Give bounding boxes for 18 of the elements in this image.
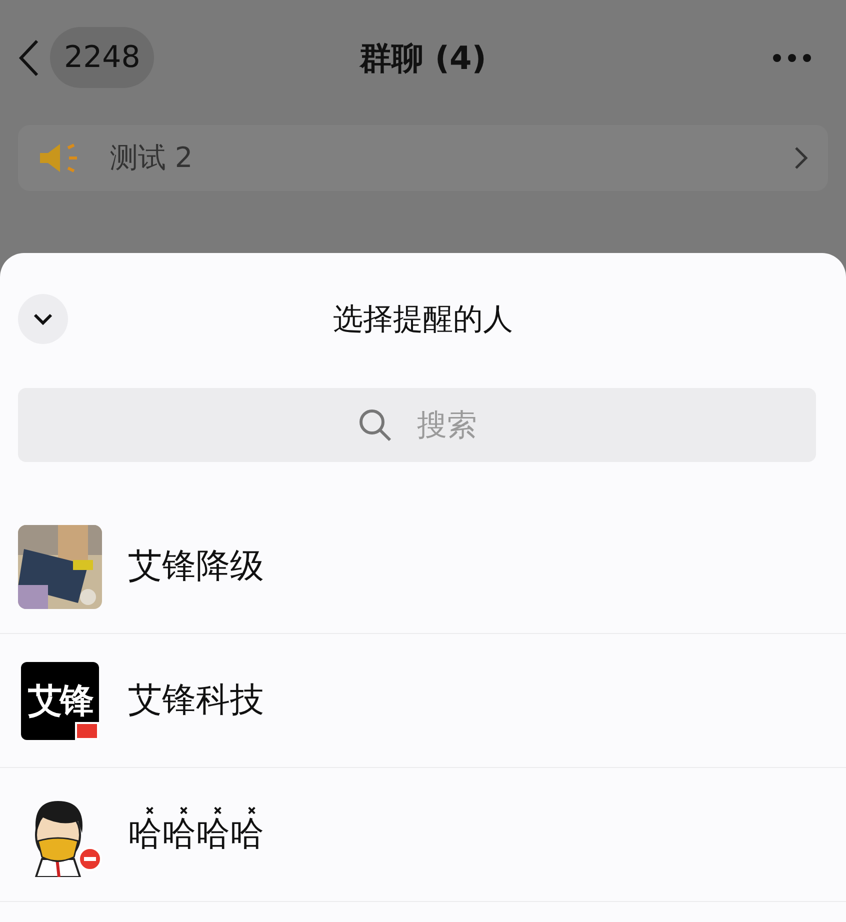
search-field[interactable]: 搜索 (18, 388, 816, 462)
unread-count[interactable]: 2248 (50, 27, 154, 88)
member-row[interactable]: 艾锋 艾锋科技 (0, 634, 846, 768)
member-name: 哈̽哈̽哈̽哈̽ (128, 809, 264, 855)
member-row[interactable]: 艾锋降级 (0, 500, 846, 634)
chevron-down-icon (33, 313, 53, 325)
announcement-text: 测试 2 (110, 140, 193, 176)
chevron-right-icon (794, 146, 808, 170)
back-icon[interactable] (18, 38, 40, 76)
search-icon (358, 408, 392, 442)
collapse-button[interactable] (18, 294, 68, 344)
member-row[interactable]: 哈̽哈̽哈̽哈̽ (0, 768, 846, 902)
logo: 艾锋 (21, 662, 99, 740)
sheet-title: 选择提醒的人 (333, 300, 513, 338)
chat-title: 群聊 (4) (360, 38, 486, 78)
member-name: 艾锋科技 (128, 680, 264, 721)
member-name: 艾锋降级 (128, 546, 264, 587)
more-icon[interactable] (772, 52, 812, 62)
